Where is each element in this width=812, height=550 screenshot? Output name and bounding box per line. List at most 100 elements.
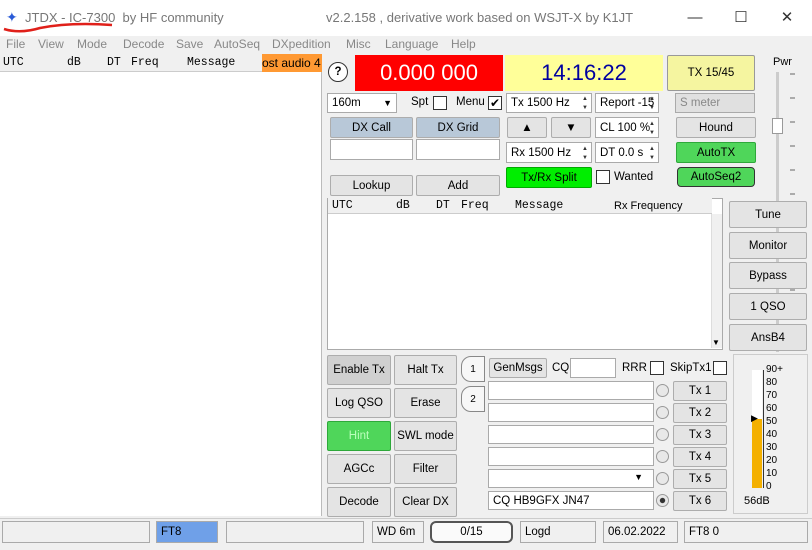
menu-help[interactable]: Help: [451, 37, 476, 51]
dx-grid-input[interactable]: [416, 139, 500, 160]
menu-save[interactable]: Save: [176, 37, 203, 51]
maximize-icon[interactable]: ☐: [718, 4, 764, 32]
menu-view[interactable]: View: [38, 37, 64, 51]
tab-1[interactable]: 1: [461, 356, 485, 382]
tx6-message-input[interactable]: CQ HB9GFX JN47: [488, 491, 654, 510]
autoseq2-button[interactable]: AutoSeq2: [677, 167, 755, 187]
tx3-message-input[interactable]: [488, 425, 654, 444]
band-activity-pane[interactable]: [0, 54, 322, 516]
status-mode: FT8: [156, 521, 218, 543]
hound-button[interactable]: Hound: [676, 117, 756, 138]
swl-mode-button[interactable]: SWL mode: [394, 421, 457, 451]
tune-button[interactable]: Tune: [729, 201, 807, 228]
tx5-button[interactable]: Tx 5: [673, 469, 727, 489]
tx2-radio[interactable]: [656, 406, 669, 419]
agcc-button[interactable]: AGCc: [327, 454, 391, 484]
meter-tick: 10: [766, 468, 778, 479]
tx4-message-input[interactable]: [488, 447, 654, 466]
tx4-radio[interactable]: [656, 450, 669, 463]
tx5-radio[interactable]: [656, 472, 669, 485]
ansb4-button[interactable]: AnsB4: [729, 324, 807, 351]
minimize-icon[interactable]: —: [672, 4, 718, 32]
wanted-checkbox[interactable]: [596, 170, 610, 184]
scroll-down-icon[interactable]: ▼: [712, 338, 720, 347]
clear-dx-button[interactable]: Clear DX: [394, 487, 457, 517]
tx1-button[interactable]: Tx 1: [673, 381, 727, 401]
halt-tx-button[interactable]: Halt Tx: [394, 355, 457, 385]
one-qso-button[interactable]: 1 QSO: [729, 293, 807, 320]
cl-spinbox[interactable]: CL 100 % ▲ ▼: [595, 117, 659, 138]
filter-button[interactable]: Filter: [394, 454, 457, 484]
menu-checkbox[interactable]: ✔: [488, 96, 502, 110]
spin-up-icon[interactable]: ▲: [647, 145, 657, 153]
rx-col-dt: DT: [436, 199, 450, 212]
spin-down-icon[interactable]: ▼: [647, 154, 657, 162]
lookup-button[interactable]: Lookup: [330, 175, 413, 196]
spin-up-icon[interactable]: ▲: [647, 120, 657, 128]
menu-dxpedition[interactable]: DXpedition: [272, 37, 331, 51]
band-select[interactable]: 160m ▼: [327, 93, 397, 113]
tx1-message-input[interactable]: [488, 381, 654, 400]
rx-scrollbar[interactable]: [711, 214, 722, 348]
tx4-button[interactable]: Tx 4: [673, 447, 727, 467]
spin-up-icon[interactable]: ▲: [580, 95, 590, 103]
tx5-message-select[interactable]: ▼: [488, 469, 654, 488]
spin-down-icon[interactable]: ▼: [580, 154, 590, 162]
meter-tick: 50: [766, 416, 778, 427]
menu-autoseq[interactable]: AutoSeq: [214, 37, 260, 51]
add-button[interactable]: Add: [416, 175, 500, 196]
report-spinbox[interactable]: Report -15 ▲ ▼: [595, 93, 659, 113]
monitor-button[interactable]: Monitor: [729, 232, 807, 259]
freq-down-button[interactable]: ▼: [551, 117, 591, 138]
tx3-radio[interactable]: [656, 428, 669, 441]
red-underline-annotation: [3, 22, 113, 33]
tx2-button[interactable]: Tx 2: [673, 403, 727, 423]
rrr-checkbox[interactable]: [650, 361, 664, 375]
tx1-radio[interactable]: [656, 384, 669, 397]
rx-freq-spinbox[interactable]: Rx 1500 Hz ▲ ▼: [506, 142, 592, 163]
txrx-split-button[interactable]: Tx/Rx Split: [506, 167, 592, 188]
meter-level-bar: [752, 418, 762, 488]
close-icon[interactable]: ✕: [764, 4, 810, 32]
menu-file[interactable]: File: [6, 37, 25, 51]
enable-tx-button[interactable]: Enable Tx: [327, 355, 391, 385]
log-qso-button[interactable]: Log QSO: [327, 388, 391, 418]
spin-up-icon[interactable]: ▲: [647, 95, 657, 103]
hint-button[interactable]: Hint: [327, 421, 391, 451]
tab-2[interactable]: 2: [461, 386, 485, 412]
freq-up-button[interactable]: ▲: [507, 117, 547, 138]
rx-frequency-pane[interactable]: [327, 198, 723, 350]
tx2-message-input[interactable]: [488, 403, 654, 422]
cq-input[interactable]: [570, 358, 616, 378]
spt-checkbox[interactable]: [433, 96, 447, 110]
menu-decode[interactable]: Decode: [123, 37, 164, 51]
pwr-slider-handle[interactable]: [772, 118, 783, 134]
spin-down-icon[interactable]: ▼: [647, 129, 657, 137]
help-button[interactable]: ?: [328, 62, 348, 82]
skiptx1-checkbox[interactable]: [713, 361, 727, 375]
tx6-button[interactable]: Tx 6: [673, 491, 727, 511]
col-utc: UTC: [3, 56, 24, 69]
frequency-display: 0.000 000: [355, 55, 503, 91]
menu-mode[interactable]: Mode: [77, 37, 107, 51]
menu-language[interactable]: Language: [385, 37, 438, 51]
genmsgs-button[interactable]: GenMsgs: [489, 358, 547, 378]
audio-tab[interactable]: ost audio 4: [262, 54, 322, 72]
wanted-label: Wanted: [614, 171, 654, 183]
bypass-button[interactable]: Bypass: [729, 262, 807, 289]
decode-button[interactable]: Decode: [327, 487, 391, 517]
spin-down-icon[interactable]: ▼: [580, 104, 590, 112]
chevron-down-icon: ▼: [634, 472, 643, 482]
dx-call-input[interactable]: [330, 139, 413, 160]
autotx-button[interactable]: AutoTX: [676, 142, 756, 163]
tx-freq-spinbox[interactable]: Tx 1500 Hz ▲ ▼: [506, 93, 592, 113]
tx-period-button[interactable]: TX 15/45: [667, 55, 755, 91]
erase-button[interactable]: Erase: [394, 388, 457, 418]
tx3-button[interactable]: Tx 3: [673, 425, 727, 445]
menu-misc[interactable]: Misc: [346, 37, 371, 51]
dx-call-label: DX Call: [330, 117, 413, 138]
dt-spinbox[interactable]: DT 0.0 s ▲ ▼: [595, 142, 659, 163]
tx6-radio[interactable]: [656, 494, 669, 507]
spin-down-icon[interactable]: ▼: [647, 104, 657, 112]
spin-up-icon[interactable]: ▲: [580, 145, 590, 153]
